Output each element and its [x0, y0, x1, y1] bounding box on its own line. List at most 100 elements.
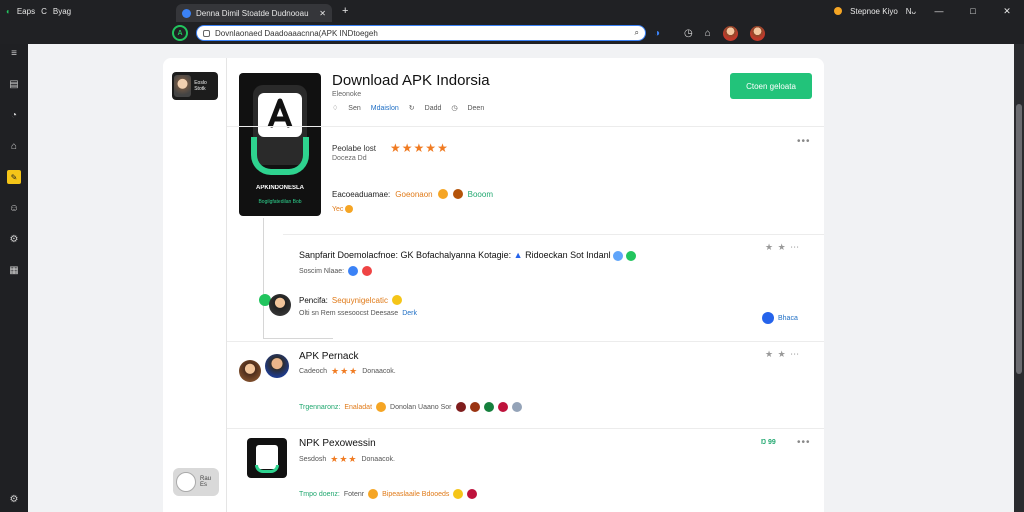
emoji-icon: [452, 189, 463, 199]
avatar[interactable]: [269, 294, 291, 316]
section-line-suffix: Donaacok.: [362, 368, 396, 375]
reload-icon[interactable]: C: [41, 7, 47, 16]
dark-mode-icon[interactable]: ◑: [654, 28, 660, 39]
settings-gear-icon[interactable]: ⚙: [7, 492, 21, 506]
more-options-icon[interactable]: •••: [797, 136, 811, 147]
category-line: Yec: [332, 205, 354, 213]
section-line-prefix: Cadeoch: [299, 368, 328, 375]
section-stars[interactable]: ★★★: [330, 454, 357, 465]
browser-titlebar: ◐ Eaps C Byag Denna Dimil Stoatde Dudnoo…: [0, 0, 1024, 22]
toggle-knob[interactable]: [176, 472, 196, 492]
section-link[interactable]: Derk: [402, 310, 417, 317]
section-title: APK Pernack: [299, 351, 359, 362]
section-title: NPK Pexowessin: [299, 438, 376, 449]
titlebar-right-item[interactable]: Nᴗ: [906, 7, 916, 16]
tags-line: Tmpo doenz: Fotenr Bipeaslaaile Bdooeds: [299, 489, 478, 499]
tag-orange[interactable]: Enaladat: [344, 404, 372, 411]
section-stars[interactable]: ★★★: [331, 366, 358, 377]
emoji-icon[interactable]: ☺: [7, 201, 21, 215]
browser-tab[interactable]: Denna Dimil Stoatde Dudnooau ✕: [176, 4, 332, 22]
url-input[interactable]: [215, 28, 630, 38]
list-icon[interactable]: ▦: [7, 263, 21, 277]
main-panel: APKINDONESLA Bogilgfatedilan Bob Downloa…: [227, 58, 824, 512]
history-icon[interactable]: ◷: [684, 28, 693, 39]
home-icon[interactable]: ⌂: [7, 139, 21, 153]
thread-line: [263, 338, 333, 339]
emoji-icon: [376, 402, 387, 412]
status-badge: Ŋ 99: [761, 439, 776, 446]
author-tag[interactable]: Sequynigelcatic: [332, 296, 388, 305]
section-line-suffix: Donaacok.: [361, 456, 395, 463]
rating-subtext: Doceza Dd: [332, 155, 367, 162]
emoji-icon: [511, 402, 522, 412]
tags-line: Trgennaronz: Enaladat Donolan Uaano Sor: [299, 402, 522, 412]
avatar[interactable]: [265, 354, 289, 378]
titlebar-item[interactable]: Byag: [53, 7, 71, 16]
divider: [227, 126, 824, 127]
browser-navbar: A ⌕ ◑ ◷ ⌂: [0, 22, 1024, 44]
sync-icon[interactable]: ↻: [409, 104, 415, 112]
tab-title: Denna Dimil Stoatde Dudnooau: [196, 8, 309, 18]
new-tab-button[interactable]: +: [342, 5, 348, 17]
tab-close-icon[interactable]: ✕: [319, 9, 326, 18]
thumbnail-face-image: [174, 75, 192, 97]
category-tag[interactable]: Goeonaon: [395, 190, 432, 199]
icon-caption: APKINDONESLA: [255, 185, 304, 191]
scrollbar-thumb[interactable]: [1016, 104, 1022, 374]
tag-orange[interactable]: Bipeaslaaile Bdooeds: [382, 491, 449, 498]
meta-item: Sen: [348, 104, 361, 112]
extensions-icon[interactable]: ⌂: [705, 28, 711, 39]
section-rating-icon[interactable]: ★ ★ ⋯: [765, 349, 800, 360]
titlebar-item[interactable]: Eaps: [17, 7, 35, 16]
side-toggle[interactable]: Rau Es: [173, 468, 219, 496]
scrollbar[interactable]: [1014, 44, 1024, 512]
emoji-icon: [437, 189, 448, 199]
section-line: Olti sn Rem ssesoocst Deesase Derk: [299, 310, 417, 317]
minimize-button[interactable]: —: [922, 6, 956, 16]
section-line-prefix: Sesdosh: [299, 456, 327, 463]
blue-tag[interactable]: Bhaca: [762, 312, 798, 324]
avatar[interactable]: [239, 360, 261, 382]
more-options-icon[interactable]: •••: [797, 437, 811, 448]
titlebar-right-item[interactable]: Stepnoe Kiyo: [850, 7, 898, 16]
app-logo-icon[interactable]: ◐: [6, 7, 11, 16]
search-icon[interactable]: ⌕: [635, 28, 639, 38]
app-thumbnail[interactable]: [247, 438, 287, 478]
category-tag[interactable]: Booom: [468, 190, 493, 199]
section-line-text: Soscim Nlaae:: [299, 267, 345, 275]
app-icon[interactable]: APKINDONESLA Bogilgfatedilan Bob: [239, 73, 321, 216]
divider: [227, 341, 824, 342]
document-icon[interactable]: ▤: [7, 77, 21, 91]
rating-stars[interactable]: ★★★★★: [390, 141, 449, 155]
profile-avatar[interactable]: [722, 25, 738, 41]
side-panel: Eoslo Stotk Rau Es: [163, 58, 227, 512]
close-window-button[interactable]: ✕: [990, 6, 1024, 17]
share-icon[interactable]: ⚙: [7, 232, 21, 246]
site-logo-icon[interactable]: A: [172, 25, 188, 41]
site-info-icon[interactable]: [203, 29, 210, 37]
emoji-icon: [625, 250, 636, 261]
page-title: Download APK Indorsia: [332, 72, 490, 89]
install-button[interactable]: Ctoen geloata: [730, 73, 812, 99]
rating-row: Peolabe lost ★★★★★: [332, 141, 449, 155]
tag-green[interactable]: Trgennaronz:: [299, 404, 340, 411]
clock-icon[interactable]: ◔: [7, 108, 21, 122]
app-subtitle: Eleonoke: [332, 91, 362, 98]
tag-green[interactable]: Tmpo doenz:: [299, 491, 340, 498]
toggle-label: Rau Es: [200, 476, 212, 488]
maximize-button[interactable]: □: [956, 6, 990, 16]
account-avatar[interactable]: [749, 25, 765, 41]
section-rating-icon[interactable]: ★ ★ ⋯: [765, 242, 800, 253]
profile-dot-icon[interactable]: [834, 7, 843, 15]
nav-icons: ◷ ⌂: [684, 25, 765, 41]
emoji-icon: [497, 402, 508, 412]
bell-icon[interactable]: ♢: [332, 104, 338, 112]
meta-item: Deen: [467, 104, 485, 112]
tag-text: Fotenr: [343, 490, 365, 498]
notes-icon[interactable]: ✎: [7, 170, 21, 184]
side-thumbnail[interactable]: Eoslo Stotk: [172, 72, 218, 100]
menu-icon[interactable]: ≡: [7, 46, 21, 60]
address-bar[interactable]: ⌕: [196, 25, 646, 41]
meta-link[interactable]: Mdaislon: [371, 105, 399, 112]
category-line-text: Yec: [332, 205, 344, 213]
